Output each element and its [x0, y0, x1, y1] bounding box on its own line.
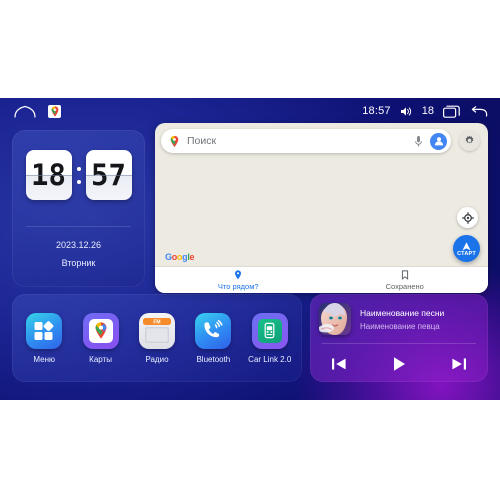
tab-nearby[interactable]: Что рядом?	[155, 267, 322, 293]
clock-divider	[26, 226, 131, 227]
app-radio-label: Радио	[145, 354, 169, 364]
album-art	[319, 303, 351, 335]
status-bar-left	[0, 104, 61, 118]
music-player-widget[interactable]: Наименование песни Наименование певца	[310, 294, 488, 382]
home-icon[interactable]	[14, 105, 36, 118]
back-arrow-icon[interactable]	[470, 105, 488, 118]
car-link-icon	[251, 312, 288, 349]
previous-track-button[interactable]	[330, 355, 348, 373]
app-menu[interactable]: Меню	[19, 312, 69, 364]
app-maps-label: Карты	[89, 354, 112, 364]
app-car-link-label: Car Link 2.0	[248, 354, 292, 364]
status-bar: 18:57 18	[0, 98, 500, 124]
tab-saved[interactable]: Сохранено	[322, 267, 489, 293]
app-menu-label: Меню	[33, 354, 55, 364]
app-radio[interactable]: FM Радио	[132, 312, 182, 364]
google-watermark: Google	[165, 252, 195, 262]
clock-time: 18 57	[12, 150, 145, 200]
map-pin-icon	[234, 269, 242, 280]
start-navigation-label: СТАРТ	[457, 250, 476, 257]
clock-hours-card: 18	[25, 150, 72, 200]
recent-apps-icon[interactable]	[443, 105, 461, 118]
tab-saved-label: Сохранено	[385, 281, 424, 291]
my-location-button[interactable]	[457, 207, 478, 228]
clock-colon	[76, 166, 81, 184]
next-track-button[interactable]	[450, 355, 468, 373]
app-maps[interactable]: Карты	[76, 312, 126, 364]
search-input[interactable]: Поиск	[187, 135, 414, 147]
volume-icon[interactable]	[400, 106, 413, 117]
status-bar-right: 18:57 18	[362, 105, 500, 118]
maps-search-bar[interactable]: Поиск	[161, 129, 451, 153]
maps-bottom-tabs: Что рядом? Сохранено	[155, 266, 488, 293]
clock-date: 2023.12.26	[55, 240, 102, 250]
apps-grid-icon	[26, 312, 63, 349]
clock-widget[interactable]: 18 57 2023.12.26 Вторник	[12, 130, 145, 287]
music-meta: Наименование песни Наименование певца	[360, 308, 444, 331]
clock-weekday: Вторник	[61, 258, 96, 268]
tab-nearby-label: Что рядом?	[217, 281, 259, 291]
maps-settings-button[interactable]	[459, 130, 480, 151]
music-controls	[310, 344, 488, 374]
clock-minutes: 57	[91, 157, 126, 192]
track-title: Наименование песни	[360, 307, 445, 318]
bookmark-icon	[401, 269, 409, 280]
radio-icon: FM	[138, 312, 175, 349]
map-pin-icon	[169, 135, 180, 148]
svg-text:FM: FM	[153, 319, 160, 325]
microphone-icon[interactable]	[414, 135, 423, 148]
maps-widget[interactable]: Поиск СТАРТ Google Что рядом? Сохранено	[155, 123, 488, 293]
clock-hours: 18	[31, 157, 66, 192]
volume-level: 18	[421, 105, 434, 117]
car-head-unit-home-screen: 18:57 18 18 57 2023.12.26 Вторник Поиск …	[0, 98, 500, 400]
music-info: Наименование песни Наименование певца	[310, 294, 488, 335]
track-artist: Наименование певца	[360, 321, 440, 331]
google-maps-icon	[82, 312, 119, 349]
google-maps-icon[interactable]	[48, 104, 61, 118]
app-bluetooth-label: Bluetooth	[196, 354, 231, 364]
gear-icon	[464, 135, 475, 146]
start-navigation-button[interactable]: СТАРТ	[453, 235, 480, 262]
bluetooth-phone-icon	[195, 312, 232, 349]
app-car-link[interactable]: Car Link 2.0	[245, 312, 295, 364]
clock-minutes-card: 57	[85, 150, 132, 200]
app-dock: Меню Карты FM Радио Bluetooth Car Link 2…	[12, 294, 302, 382]
my-location-icon	[461, 211, 474, 224]
play-button[interactable]	[389, 354, 409, 374]
status-time: 18:57	[362, 105, 391, 117]
account-avatar-icon[interactable]	[430, 132, 447, 150]
app-bluetooth[interactable]: Bluetooth	[188, 312, 238, 364]
